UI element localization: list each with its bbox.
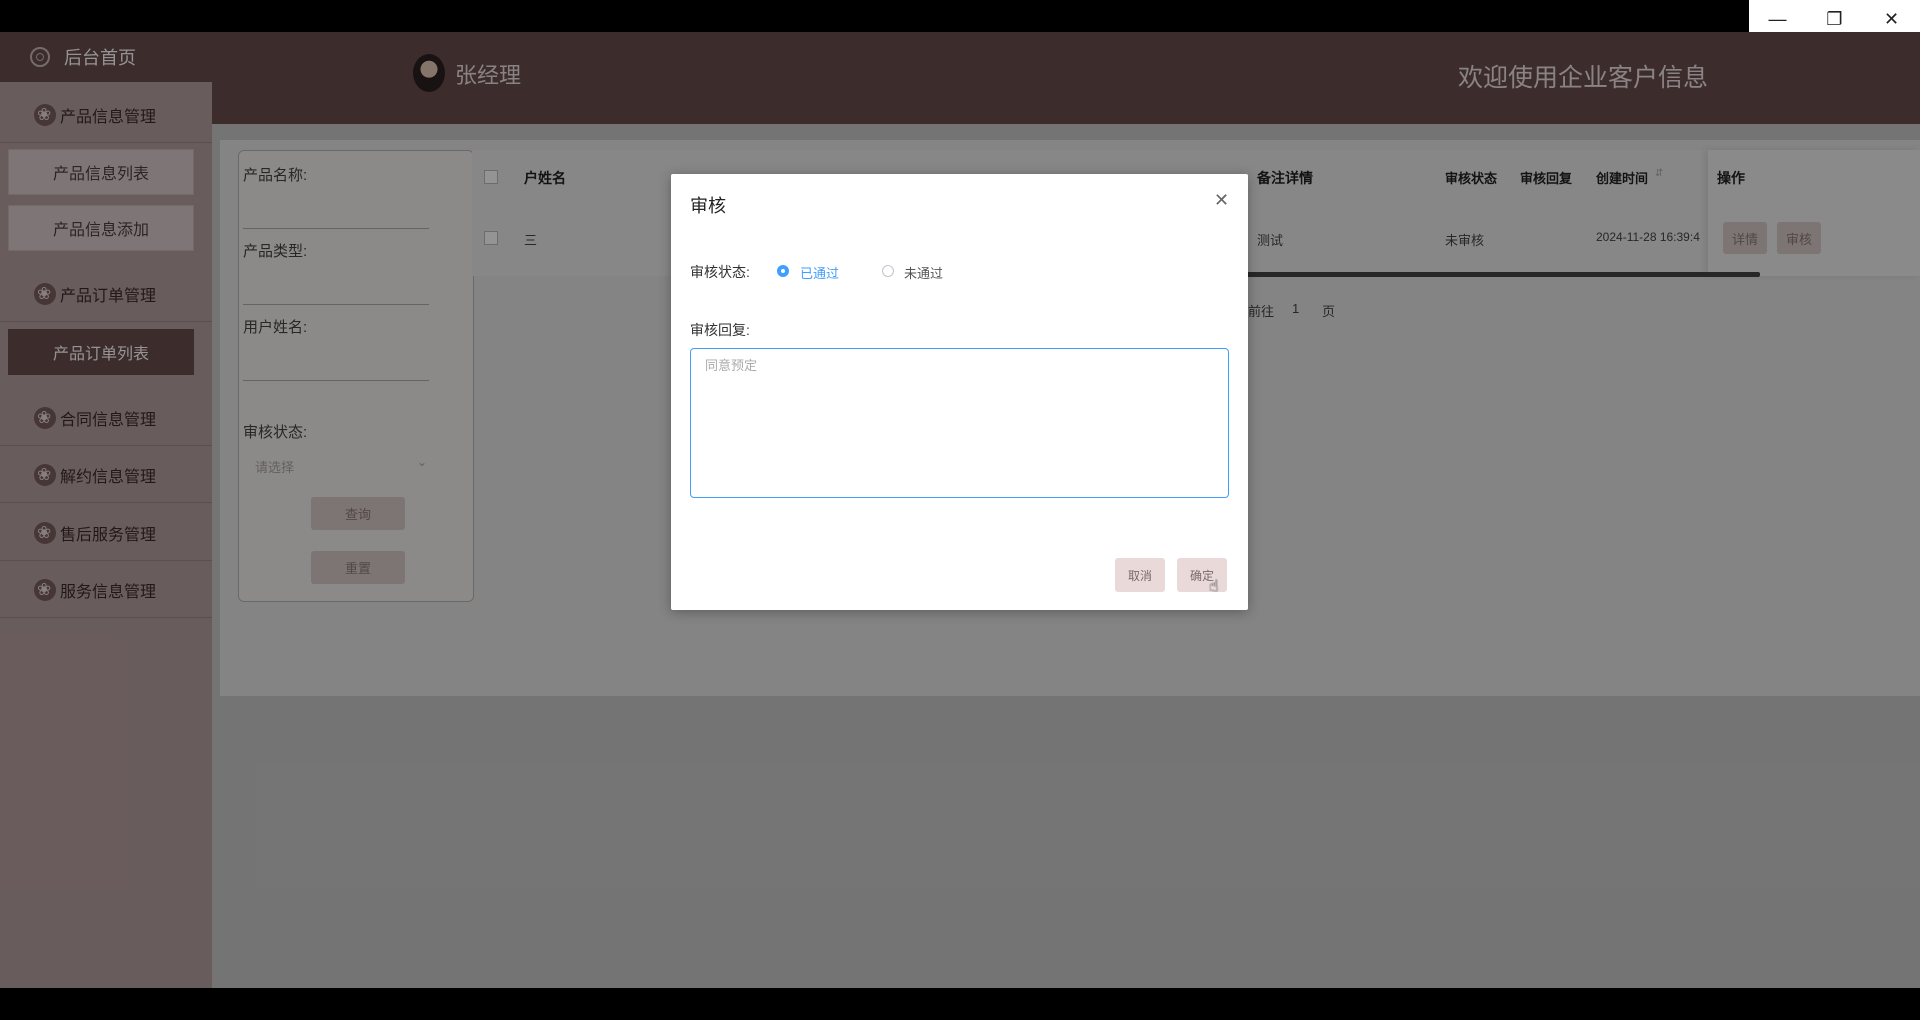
radio-pass[interactable] — [777, 265, 789, 277]
dialog-status-label: 审核状态: — [690, 264, 750, 280]
cancel-button[interactable]: 取消 — [1115, 558, 1165, 592]
reply-textarea[interactable] — [690, 348, 1229, 498]
radio-pass-label[interactable]: 已通过 — [800, 263, 839, 282]
dialog-title: 审核 — [690, 196, 726, 216]
radio-fail[interactable] — [882, 265, 894, 277]
window-titlebar — [0, 0, 1920, 32]
dialog-reply-label: 审核回复: — [690, 322, 750, 338]
radio-fail-label[interactable]: 未通过 — [904, 263, 943, 282]
confirm-button[interactable]: 确定 — [1177, 558, 1227, 592]
pointer-cursor-icon: ☝ — [1209, 578, 1219, 595]
bottom-bar — [0, 988, 1920, 1020]
close-icon[interactable]: ✕ — [1214, 190, 1229, 211]
